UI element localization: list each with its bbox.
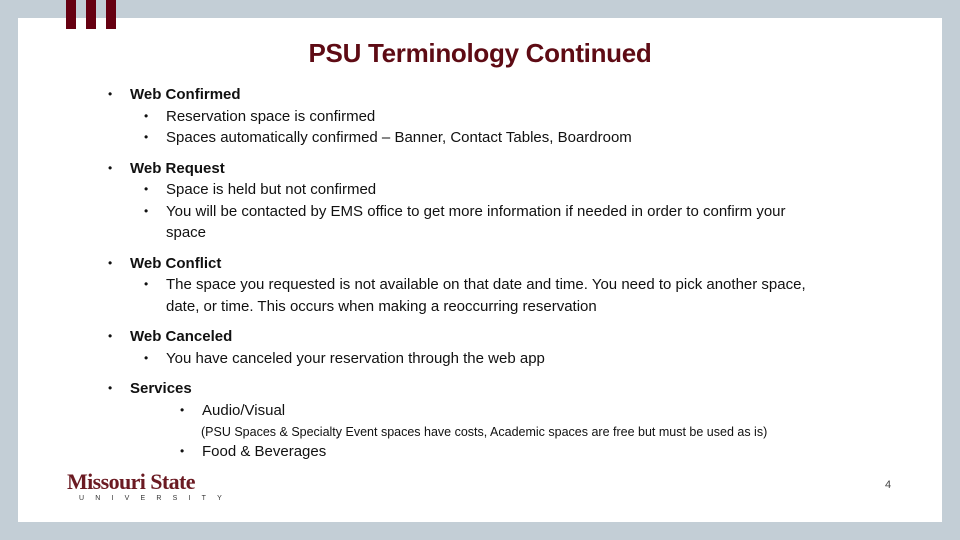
logo-subtitle: UNIVERSITY	[79, 495, 234, 502]
bullet-icon: •	[144, 130, 149, 144]
section-web-canceled: • Web Canceled • You have canceled your re…	[108, 326, 868, 369]
bullet-icon: •	[108, 87, 113, 101]
list-item: You will be contacted by EMS office to g…	[166, 202, 786, 242]
bullet-icon: •	[144, 108, 149, 123]
bullet-icon: •	[144, 277, 149, 291]
section-heading: Web Confirmed	[130, 86, 241, 103]
bullet-icon: •	[180, 444, 185, 458]
list-item: The space you requested is not available…	[166, 276, 806, 315]
bullet-list: • Web Confirmed • Reservation space is con…	[108, 84, 868, 472]
bullet-icon: •	[108, 381, 113, 395]
page-number: 4	[885, 479, 892, 491]
list-item: Audio/Visual	[202, 401, 286, 419]
bullet-icon: •	[144, 350, 149, 365]
list-item: Food & Beverages	[202, 443, 327, 460]
section-heading: Web Conflict	[130, 254, 222, 272]
services-note: (PSU Spaces & Specialty Event spaces hav…	[201, 425, 768, 439]
bullet-icon: •	[144, 203, 149, 218]
accent-bar	[66, 0, 76, 29]
accent-bar	[106, 0, 116, 29]
list-item: Spaces automatically confirmed – Banner,…	[166, 129, 632, 146]
list-item: Space is held but not confirmed	[166, 181, 377, 198]
section-web-confirmed: • Web Confirmed • Reservation space is con…	[108, 84, 868, 149]
section-services: • Services • Audio/Visual (PSU Spaces & Sp…	[108, 378, 868, 463]
bullet-icon: •	[108, 255, 113, 270]
section-heading: Web Request	[130, 159, 225, 177]
bullet-icon: •	[144, 182, 149, 196]
bullet-icon: •	[108, 329, 113, 343]
accent-bar	[86, 0, 96, 29]
list-item: You have canceled your reservation throu…	[166, 349, 545, 367]
section-heading: Services	[130, 380, 192, 397]
section-web-conflict: • Web Conflict • The space you requested i…	[108, 253, 868, 318]
section-heading: Web Canceled	[130, 328, 233, 345]
slide-title: PSU Terminology Continued	[308, 38, 652, 68]
list-item: Reservation space is confirmed	[166, 107, 376, 125]
university-logo: Missouri State UNIVERSITY	[67, 469, 234, 503]
section-web-request: • Web Request • Space is held but not conf…	[108, 158, 868, 244]
logo-wordmark: Missouri State	[67, 469, 195, 494]
bullet-icon: •	[180, 402, 185, 417]
bullet-icon: •	[108, 160, 113, 175]
